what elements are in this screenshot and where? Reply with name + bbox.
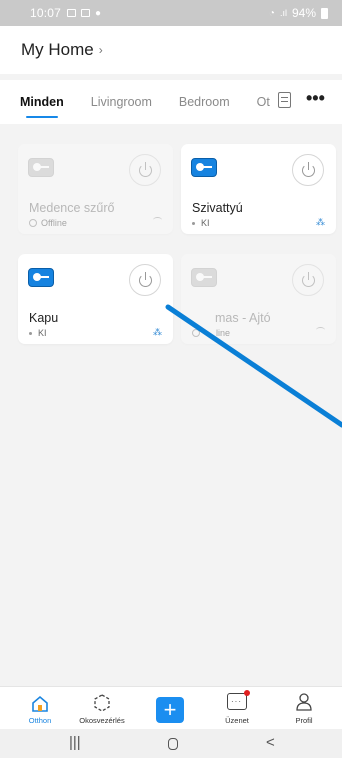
device-name: Kapu (29, 311, 59, 325)
power-icon[interactable] (129, 154, 161, 186)
nav-label: Profil (295, 716, 313, 725)
power-icon[interactable] (292, 154, 324, 186)
status-right: ◔ .ıl 94% (269, 6, 328, 20)
tab-other[interactable]: Ot (257, 80, 270, 124)
system-navigation-bar: ||| < (0, 729, 342, 758)
message-icon: ··· (227, 693, 247, 710)
device-card-kapu[interactable]: Kapu KI ⁂ (18, 254, 173, 344)
home-button[interactable] (168, 738, 178, 750)
switch-device-icon (191, 268, 217, 287)
nav-add[interactable]: + (140, 687, 200, 730)
more-options-icon[interactable]: ••• (306, 88, 325, 109)
wifi-icon (316, 327, 326, 336)
home-icon (32, 695, 48, 712)
switch-device-icon (28, 158, 54, 177)
battery-percent: 94% (291, 6, 316, 20)
nav-profil[interactable]: Profil (274, 687, 334, 730)
smart-scene-icon (94, 694, 110, 712)
status-dot-icon (29, 331, 32, 335)
offline-icon (29, 219, 37, 227)
add-icon[interactable]: + (156, 697, 184, 723)
status-notification-icons: ● (67, 8, 101, 19)
device-status: KI (192, 218, 210, 228)
gallery-notification-icon (67, 9, 77, 17)
device-status-text: KI (38, 328, 47, 338)
switch-device-icon (191, 158, 217, 177)
battery-icon (321, 7, 328, 19)
bottom-navigation: Otthon Okosvezérlés + ··· Üzenet Profil (0, 686, 342, 729)
nav-otthon[interactable]: Otthon (10, 687, 70, 730)
tab-minden[interactable]: Minden (20, 80, 64, 124)
offline-icon (192, 329, 200, 337)
device-status: line (192, 328, 230, 338)
mesh-network-icon: ⁂ (316, 217, 325, 227)
status-time: 10:07 (30, 6, 62, 20)
device-card-szivattyu[interactable]: Szivattyú KI ⁂ (181, 144, 336, 234)
nav-okosvezerles[interactable]: Okosvezérlés (72, 687, 132, 730)
power-icon[interactable] (292, 264, 324, 296)
signal-icon: .ıl (279, 8, 287, 18)
wifi-icon (153, 217, 163, 226)
device-card-ajto[interactable]: mas - Ajtó line (181, 254, 336, 344)
power-icon[interactable] (129, 264, 161, 296)
nav-label: Otthon (28, 716, 52, 725)
tab-bedroom[interactable]: Bedroom (179, 80, 230, 124)
device-status-text: line (216, 328, 231, 338)
nav-uzenet[interactable]: ··· Üzenet (207, 687, 267, 730)
location-pin-icon: ● (95, 7, 102, 19)
switch-device-icon (28, 268, 54, 287)
device-name: mas - Ajtó (215, 311, 271, 325)
wifi-icon: ◔ (268, 7, 275, 19)
room-list-icon[interactable] (278, 92, 291, 108)
mesh-network-icon: ⁂ (153, 327, 162, 337)
tab-livingroom[interactable]: Livingroom (91, 80, 152, 124)
device-status-text: KI (201, 218, 210, 228)
device-status: KI (29, 328, 47, 338)
status-bar: 10:07 ● ◔ .ıl 94% (0, 0, 342, 26)
nav-label: Üzenet (225, 716, 249, 725)
device-card-medence-szuro[interactable]: Medence szűrő Offline (18, 144, 173, 234)
nav-label: Okosvezérlés (79, 716, 125, 725)
status-dot-icon (192, 221, 195, 225)
device-name: Szivattyú (192, 201, 243, 215)
profile-icon (296, 693, 312, 711)
back-button[interactable]: < (266, 734, 275, 751)
device-status: Offline (29, 218, 67, 228)
device-name: Medence szűrő (29, 201, 115, 215)
home-title[interactable]: My Home (21, 40, 94, 60)
unread-badge (244, 690, 250, 696)
chevron-right-icon[interactable]: › (99, 43, 103, 57)
home-header[interactable]: My Home › (0, 26, 342, 74)
recent-apps-button[interactable]: ||| (69, 734, 81, 751)
message-notification-icon (81, 9, 91, 17)
device-status-text: Offline (41, 218, 67, 228)
